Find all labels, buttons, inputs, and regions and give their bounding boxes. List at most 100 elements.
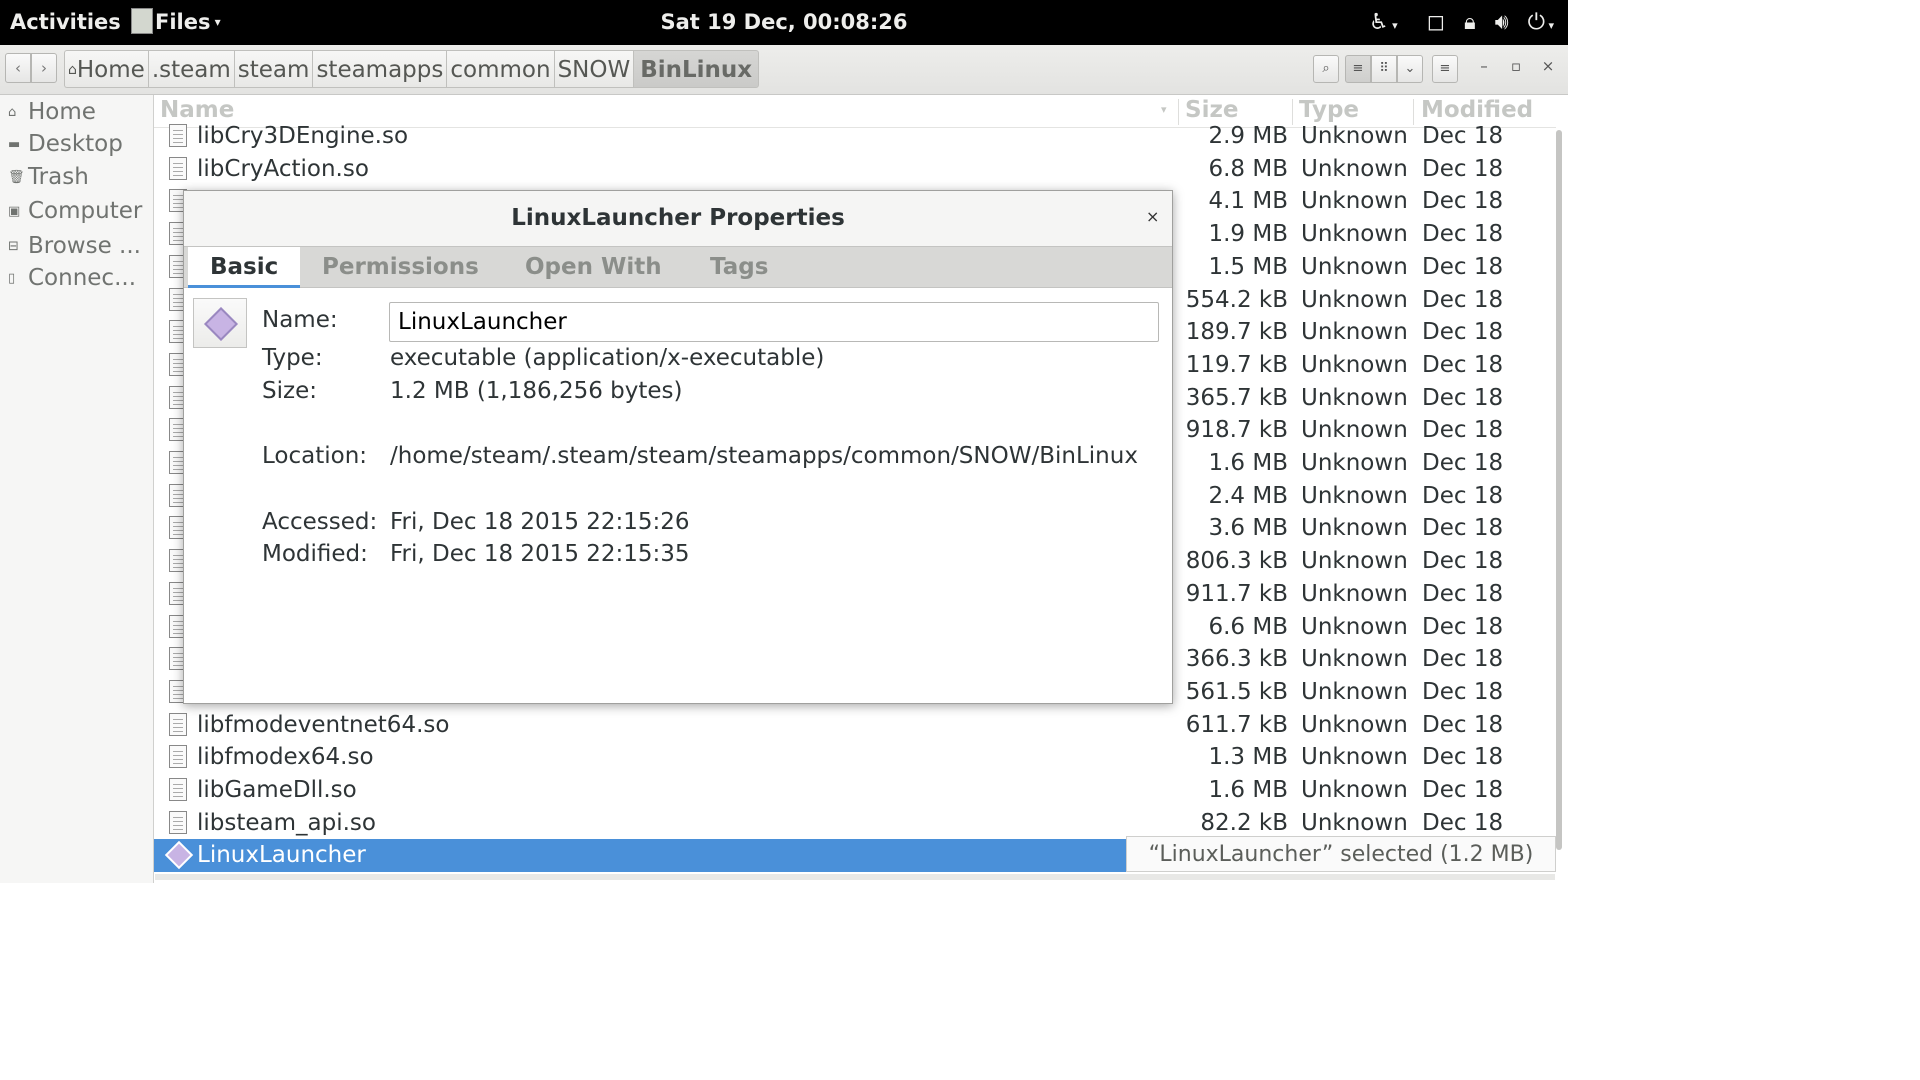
table-row[interactable]: libGameDll.so 1.6 MB Unknown Dec 18 (154, 774, 1556, 807)
view-options-button[interactable]: ⌄ (1397, 55, 1423, 83)
close-window-button[interactable]: × (1538, 57, 1558, 75)
back-button[interactable]: ‹ (5, 53, 31, 83)
power-icon[interactable]: ⏻ ▾ (1528, 10, 1554, 35)
sidebar: ⌂ Home ▬ Desktop 🗑︎ Trash ▣ Computer ⊟ Browse… (0, 95, 154, 883)
horizontal-scrollbar[interactable] (155, 874, 1555, 880)
file-name: libCryAction.so (197, 155, 369, 182)
sidebar-item-home[interactable]: ⌂ Home (8, 99, 153, 125)
breadcrumb-home[interactable]: ⌂Home (64, 50, 148, 88)
minimize-button[interactable]: – (1474, 57, 1494, 75)
modified-label: Modified: (262, 541, 368, 567)
file-modified: Dec 18 (1422, 253, 1504, 280)
file-modified: Dec 18 (1422, 548, 1504, 575)
scrollbar-thumb[interactable] (1556, 130, 1562, 850)
executable-icon[interactable] (193, 298, 247, 348)
list-view-button[interactable]: ≡ (1345, 55, 1371, 83)
accessibility-icon[interactable]: ♿ ▾ (1369, 10, 1398, 35)
tab-permissions[interactable]: Permissions (322, 247, 479, 287)
grid-view-button[interactable]: ⠿ (1371, 55, 1397, 83)
table-row[interactable]: libsteam_api.so 82.2 kB Unknown Dec 18 (154, 807, 1556, 840)
file-type: Unknown (1301, 613, 1408, 640)
size-value: 1.2 MB (1,186,256 bytes) (390, 378, 683, 404)
file-modified: Dec 18 (1422, 221, 1504, 248)
server-icon: ▯ (8, 271, 16, 286)
scrollbar[interactable] (1556, 130, 1562, 870)
breadcrumb-snow[interactable]: SNOW (553, 50, 634, 88)
volume-icon[interactable]: 🔊︎ (1495, 10, 1509, 35)
file-size: 918.7 kB (1185, 417, 1288, 444)
file-icon (169, 156, 187, 180)
file-icon (169, 712, 187, 736)
file-icon (169, 810, 187, 834)
app-menu-files[interactable]: Files ▾ (131, 0, 221, 45)
folder-icon: ▬ (8, 137, 21, 152)
table-row[interactable]: libCry3DEngine.so 2.9 MB Unknown Dec 18 (154, 120, 1556, 153)
sidebar-item-computer[interactable]: ▣ Computer (8, 198, 153, 224)
file-type: Unknown (1301, 809, 1408, 836)
tab-basic[interactable]: Basic (188, 247, 301, 288)
location-label: Location: (262, 443, 368, 469)
maximize-button[interactable]: ▫ (1506, 57, 1526, 75)
file-modified: Dec 18 (1422, 155, 1504, 182)
breadcrumb-binlinux[interactable]: BinLinux (633, 50, 760, 88)
file-type: Unknown (1301, 548, 1408, 575)
file-name: libfmodex64.so (197, 744, 374, 771)
activities-button[interactable]: Activities (10, 0, 121, 45)
file-type: Unknown (1301, 351, 1408, 378)
file-size: 4.1 MB (1208, 188, 1288, 215)
size-label: Size: (262, 378, 317, 404)
search-button[interactable]: ⌕ (1313, 55, 1339, 83)
name-label: Name: (262, 307, 338, 333)
lock-icon[interactable]: 🔒︎ (1464, 10, 1476, 35)
file-size: 806.3 kB (1185, 548, 1288, 575)
tab-open-with[interactable]: Open With (525, 247, 662, 287)
type-label: Type: (262, 345, 323, 371)
home-icon: ⌂ (68, 62, 77, 78)
file-type: Unknown (1301, 319, 1408, 346)
table-row-selected[interactable]: LinuxLauncher (154, 839, 1126, 872)
file-size: 554.2 kB (1185, 286, 1288, 313)
sidebar-item-desktop[interactable]: ▬ Desktop (8, 131, 153, 157)
tab-tags[interactable]: Tags (710, 247, 768, 287)
forward-button[interactable]: › (31, 53, 57, 83)
properties-dialog: LinuxLauncher Properties × Basic Permiss… (183, 190, 1173, 704)
window-icon[interactable]: ◻ (1427, 10, 1445, 35)
table-row[interactable]: libCryAction.so 6.8 MB Unknown Dec 18 (154, 153, 1556, 186)
breadcrumb-common[interactable]: common (446, 50, 554, 88)
name-field[interactable] (389, 302, 1159, 342)
breadcrumb-steam-hidden[interactable]: .steam (147, 50, 234, 88)
breadcrumb-steamapps[interactable]: steamapps (312, 50, 447, 88)
breadcrumb-steam[interactable]: steam (233, 50, 313, 88)
sidebar-item-connect-server[interactable]: ▯ Connec... (8, 265, 153, 291)
file-type: Unknown (1301, 221, 1408, 248)
trash-icon: 🗑︎ (8, 170, 25, 185)
file-type: Unknown (1301, 450, 1408, 476)
clock-label[interactable]: Sat 19 Dec, 00:08:26 (660, 10, 907, 34)
top-bar: Activities Files ▾ Sat 19 Dec, 00:08:26 … (0, 0, 1568, 45)
network-icon: ⊟ (8, 239, 19, 254)
sidebar-item-label: Home (28, 99, 96, 125)
grid-icon: ⠿ (1379, 61, 1389, 76)
app-menu-label: Files (155, 10, 211, 34)
file-size: 1.3 MB (1208, 744, 1288, 771)
system-tray[interactable]: ♿ ▾ ◻ 🔒︎ 🔊︎ ⏻ ▾ (1357, 0, 1554, 45)
file-size: 1.6 MB (1208, 450, 1288, 476)
menu-button[interactable]: ≡ (1432, 55, 1458, 83)
sidebar-item-browse-network[interactable]: ⊟ Browse ... (8, 233, 153, 259)
dialog-close-button[interactable]: × (1146, 207, 1159, 226)
file-modified: Dec 18 (1422, 188, 1504, 215)
file-size: 189.7 kB (1185, 319, 1288, 346)
file-modified: Dec 18 (1422, 482, 1504, 509)
table-row[interactable]: libfmodex64.so 1.3 MB Unknown Dec 18 (154, 741, 1556, 774)
close-icon: × (1146, 207, 1160, 226)
chevron-down-icon: ⌄ (1404, 61, 1416, 76)
sidebar-item-trash[interactable]: 🗑︎ Trash (8, 164, 153, 190)
file-modified: Dec 18 (1422, 711, 1504, 738)
modified-value: Fri, Dec 18 2015 22:15:35 (390, 541, 690, 567)
location-value[interactable]: /home/steam/.steam/steam/steamapps/commo… (390, 443, 1138, 469)
type-value: executable (application/x-executable) (390, 345, 825, 371)
file-name: libGameDll.so (197, 777, 357, 803)
table-row[interactable]: libfmodeventnet64.so 611.7 kB Unknown Dec 1… (154, 709, 1556, 742)
file-size: 1.6 MB (1208, 777, 1288, 803)
dialog-title: LinuxLauncher Properties (184, 191, 1172, 246)
